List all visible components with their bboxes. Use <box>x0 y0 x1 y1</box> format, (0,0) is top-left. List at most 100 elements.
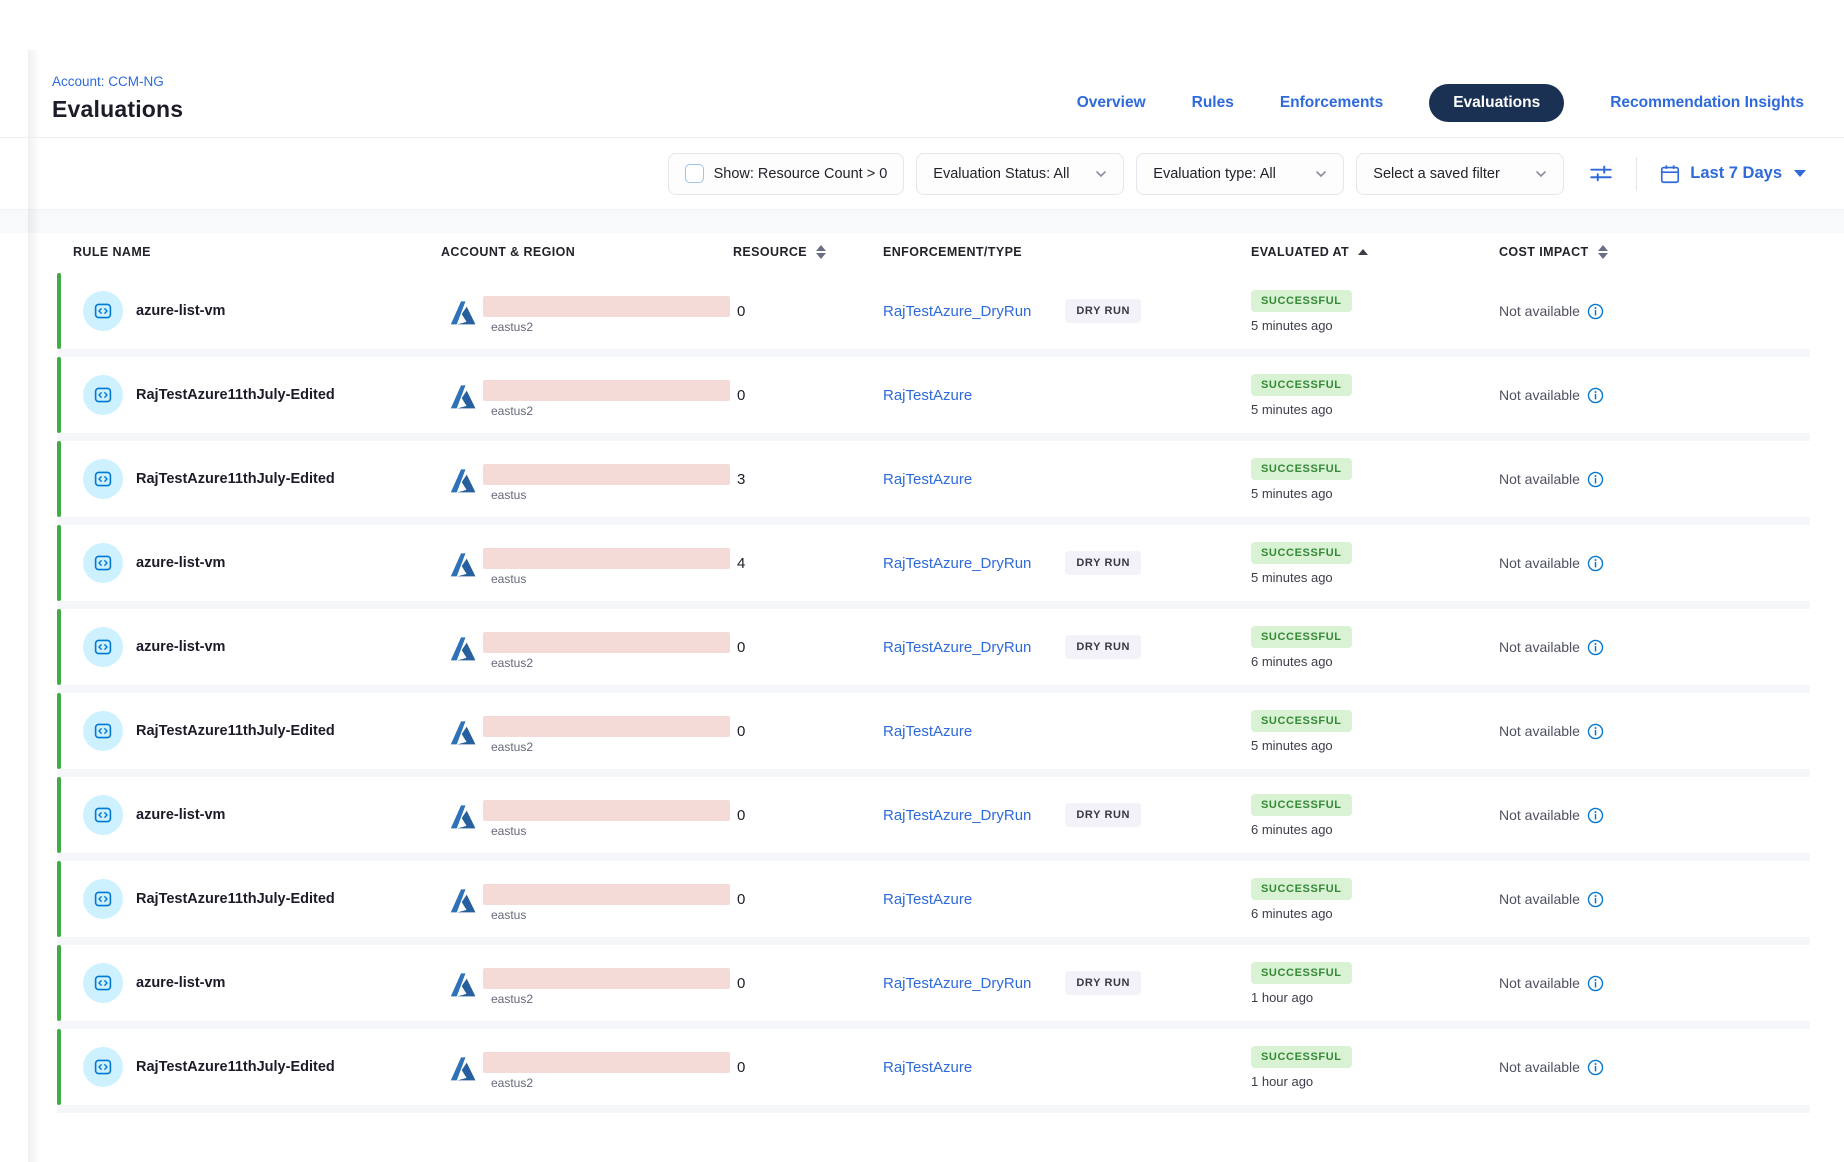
region-label: eastus <box>491 572 730 586</box>
rule-icon <box>83 627 123 667</box>
evaluated-time: 6 minutes ago <box>1251 822 1499 837</box>
info-icon[interactable] <box>1587 555 1604 572</box>
region-label: eastus2 <box>491 740 730 754</box>
row-accent-bar <box>57 441 61 517</box>
tab-overview[interactable]: Overview <box>1077 94 1146 112</box>
status-badge: SUCCESSFUL <box>1251 1046 1352 1068</box>
rule-name: RajTestAzure11thJuly-Edited <box>136 1059 335 1075</box>
rule-icon <box>83 711 123 751</box>
cost-impact-value: Not available <box>1499 555 1580 571</box>
column-header-account-region[interactable]: ACCOUNT & REGION <box>441 245 733 259</box>
rule-name: azure-list-vm <box>136 807 225 823</box>
region-label: eastus2 <box>491 404 730 418</box>
evaluated-time: 5 minutes ago <box>1251 486 1499 501</box>
cost-impact-value: Not available <box>1499 723 1580 739</box>
info-icon[interactable] <box>1587 471 1604 488</box>
rule-name: RajTestAzure11thJuly-Edited <box>136 387 335 403</box>
enforcement-link[interactable]: RajTestAzure_DryRun <box>883 303 1031 320</box>
column-header-evaluated-at[interactable]: EVALUATED AT <box>1251 245 1499 259</box>
table-row[interactable]: RajTestAzure11thJuly-Edited eastus2 0 Ra… <box>57 357 1810 433</box>
show-resource-count-filter[interactable]: Show: Resource Count > 0 <box>668 153 905 195</box>
enforcement-link[interactable]: RajTestAzure_DryRun <box>883 639 1031 656</box>
evaluated-time: 5 minutes ago <box>1251 570 1499 585</box>
row-accent-bar <box>57 525 61 601</box>
info-icon[interactable] <box>1587 723 1604 740</box>
enforcement-link[interactable]: RajTestAzure <box>883 723 972 740</box>
rule-icon <box>83 963 123 1003</box>
info-icon[interactable] <box>1587 975 1604 992</box>
calendar-icon <box>1659 163 1681 185</box>
table-row[interactable]: azure-list-vm eastus2 0 RajTestAzure_Dry… <box>57 609 1810 685</box>
date-range-picker[interactable]: Last 7 Days <box>1659 163 1806 185</box>
row-accent-bar <box>57 693 61 769</box>
azure-icon <box>448 466 478 496</box>
enforcement-link[interactable]: RajTestAzure_DryRun <box>883 807 1031 824</box>
section-divider-band <box>0 209 1844 233</box>
enforcement-link[interactable]: RajTestAzure <box>883 471 972 488</box>
table-row[interactable]: RajTestAzure11thJuly-Edited eastus2 0 Ra… <box>57 1029 1810 1105</box>
region-label: eastus2 <box>491 992 730 1006</box>
info-icon[interactable] <box>1587 891 1604 908</box>
cost-impact-value: Not available <box>1499 1059 1580 1075</box>
row-accent-bar <box>57 777 61 853</box>
table-row[interactable]: RajTestAzure11thJuly-Edited eastus 0 Raj… <box>57 861 1810 937</box>
rule-name: azure-list-vm <box>136 639 225 655</box>
evaluations-page: Account: CCM-NG Evaluations Overview Rul… <box>0 0 1844 1162</box>
table-row[interactable]: azure-list-vm eastus 0 RajTestAzure_DryR… <box>57 777 1810 853</box>
rule-name: RajTestAzure11thJuly-Edited <box>136 723 335 739</box>
azure-icon <box>448 718 478 748</box>
tab-evaluations[interactable]: Evaluations <box>1429 84 1564 122</box>
azure-icon <box>448 382 478 412</box>
rule-name: azure-list-vm <box>136 303 225 319</box>
region-label: eastus <box>491 908 730 922</box>
info-icon[interactable] <box>1587 1059 1604 1076</box>
sort-icon[interactable] <box>1598 245 1608 259</box>
info-icon[interactable] <box>1587 807 1604 824</box>
table-row[interactable]: azure-list-vm eastus 4 RajTestAzure_DryR… <box>57 525 1810 601</box>
divider <box>1636 157 1637 191</box>
info-icon[interactable] <box>1587 303 1604 320</box>
chevron-down-icon <box>1315 168 1327 180</box>
sort-icon[interactable] <box>816 245 826 259</box>
dry-run-badge: DRY RUN <box>1065 299 1141 323</box>
table-row[interactable]: azure-list-vm eastus2 0 RajTestAzure_Dry… <box>57 945 1810 1021</box>
resource-count: 0 <box>733 387 883 404</box>
sort-asc-icon[interactable] <box>1358 249 1368 255</box>
filter-settings-button[interactable] <box>1588 161 1614 187</box>
column-header-rule-name[interactable]: RULE NAME <box>57 245 441 259</box>
saved-filter-select[interactable]: Select a saved filter <box>1356 153 1564 195</box>
cost-impact-value: Not available <box>1499 471 1580 487</box>
tab-recommendation-insights[interactable]: Recommendation Insights <box>1610 94 1804 112</box>
column-header-cost-impact[interactable]: COST IMPACT <box>1499 245 1810 259</box>
info-icon[interactable] <box>1587 639 1604 656</box>
rule-icon <box>83 1047 123 1087</box>
rule-icon <box>83 375 123 415</box>
azure-icon <box>448 550 478 580</box>
resource-count: 0 <box>733 975 883 992</box>
status-badge: SUCCESSFUL <box>1251 794 1352 816</box>
enforcement-link[interactable]: RajTestAzure <box>883 387 972 404</box>
azure-icon <box>448 802 478 832</box>
column-header-enforcement-type[interactable]: ENFORCEMENT/TYPE <box>883 245 1251 259</box>
status-badge: SUCCESSFUL <box>1251 878 1352 900</box>
row-accent-bar <box>57 861 61 937</box>
evaluation-type-select[interactable]: Evaluation type: All <box>1136 153 1344 195</box>
column-header-resource[interactable]: RESOURCE <box>733 245 883 259</box>
evaluation-status-select[interactable]: Evaluation Status: All <box>916 153 1124 195</box>
enforcement-link[interactable]: RajTestAzure <box>883 1059 972 1076</box>
status-badge: SUCCESSFUL <box>1251 290 1352 312</box>
region-label: eastus2 <box>491 320 730 334</box>
evaluation-type-value: Evaluation type: All <box>1153 166 1276 182</box>
cost-impact-value: Not available <box>1499 639 1580 655</box>
status-badge: SUCCESSFUL <box>1251 542 1352 564</box>
enforcement-link[interactable]: RajTestAzure_DryRun <box>883 555 1031 572</box>
enforcement-link[interactable]: RajTestAzure_DryRun <box>883 975 1031 992</box>
info-icon[interactable] <box>1587 387 1604 404</box>
table-row[interactable]: RajTestAzure11thJuly-Edited eastus2 0 Ra… <box>57 693 1810 769</box>
table-row[interactable]: azure-list-vm eastus2 0 RajTestAzure_Dry… <box>57 273 1810 349</box>
tab-rules[interactable]: Rules <box>1192 94 1234 112</box>
tab-enforcements[interactable]: Enforcements <box>1280 94 1383 112</box>
enforcement-link[interactable]: RajTestAzure <box>883 891 972 908</box>
table-row[interactable]: RajTestAzure11thJuly-Edited eastus 3 Raj… <box>57 441 1810 517</box>
resource-count-checkbox[interactable] <box>685 164 704 183</box>
